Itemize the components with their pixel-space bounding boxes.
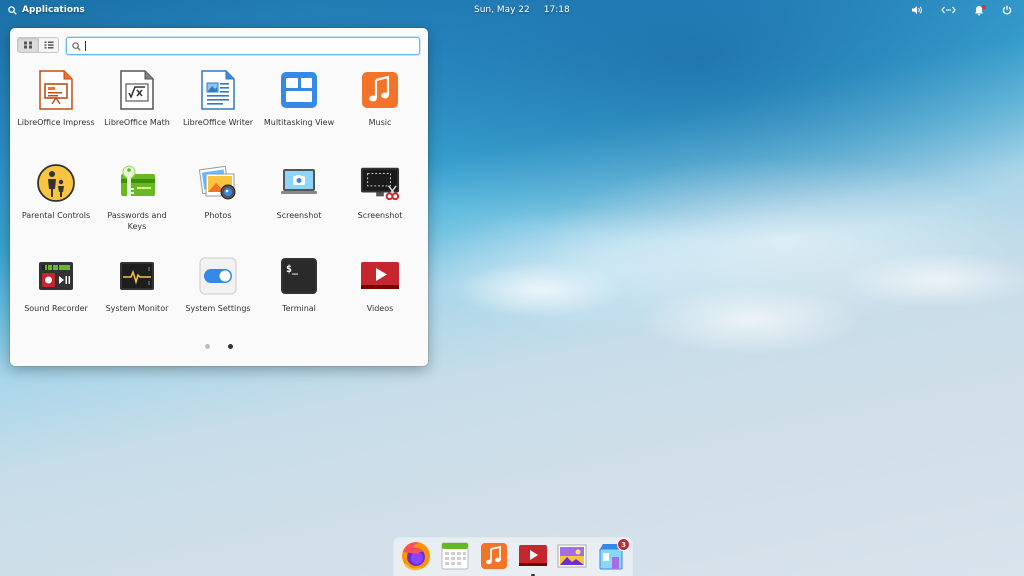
applications-menu-button[interactable]: Applications — [0, 5, 85, 15]
launcher-header — [17, 37, 59, 53]
app-label: LibreOffice Writer — [182, 118, 254, 127]
app-label: Photos — [204, 211, 232, 220]
app-libreoffice-impress[interactable]: LibreOffice Impress — [16, 68, 96, 161]
app-label: LibreOffice Math — [104, 118, 170, 127]
screenshot-scissors-icon — [360, 163, 400, 203]
app-label: Parental Controls — [21, 211, 91, 220]
photos-icon — [557, 544, 587, 568]
parental-controls-icon — [36, 163, 76, 203]
search-input[interactable] — [90, 39, 410, 53]
passwords-keys-icon — [117, 163, 157, 203]
panel-indicators — [911, 0, 1012, 20]
music-icon — [481, 543, 507, 569]
app-label: Music — [368, 118, 392, 127]
dock-item-photos[interactable] — [556, 540, 588, 572]
firefox-icon — [402, 542, 430, 571]
app-parental-controls[interactable]: Parental Controls — [16, 161, 96, 254]
app-label: Terminal — [282, 304, 316, 313]
system-monitor-icon — [117, 256, 157, 296]
app-multitasking-view[interactable]: Multitasking View — [259, 68, 339, 161]
videos-icon — [360, 256, 400, 296]
sound-indicator[interactable] — [911, 5, 923, 15]
grid-view-icon — [24, 41, 32, 49]
updates-badge: 3 — [617, 538, 630, 551]
terminal-icon: $_ — [279, 256, 319, 296]
power-icon — [1002, 5, 1012, 15]
app-music[interactable]: Music — [340, 68, 420, 161]
app-label: LibreOffice Impress — [17, 118, 95, 127]
dock: 3 — [394, 538, 632, 576]
photos-icon — [198, 163, 238, 203]
search-icon — [72, 41, 81, 51]
calendar-icon — [441, 542, 469, 570]
app-label: Screenshot — [357, 211, 403, 220]
applications-label: Applications — [22, 5, 85, 15]
panel-date: Sun, May 22 — [474, 5, 530, 15]
libreoffice-math-icon — [117, 70, 157, 110]
dock-item-firefox[interactable] — [400, 540, 432, 572]
category-view-icon — [44, 41, 53, 49]
app-grid: LibreOffice Impress LibreOffice Math Lib… — [16, 68, 422, 347]
app-screenshot[interactable]: Screenshot — [259, 161, 339, 254]
app-label: Videos — [366, 304, 394, 313]
app-screenshot-tool[interactable]: Screenshot — [340, 161, 420, 254]
network-wired-icon — [941, 6, 956, 14]
app-passwords-and-keys[interactable]: Passwords and Keys — [97, 161, 177, 254]
page-dot-1[interactable] — [205, 344, 210, 349]
app-photos[interactable]: Photos — [178, 161, 258, 254]
app-label: System Settings — [185, 304, 251, 313]
page-indicator — [10, 344, 428, 349]
app-label: Multitasking View — [263, 118, 335, 127]
screenshot-camera-icon — [279, 163, 319, 203]
music-icon — [360, 70, 400, 110]
dock-item-calendar[interactable] — [439, 540, 471, 572]
app-label: Screenshot — [276, 211, 322, 220]
dock-item-appcenter[interactable]: 3 — [595, 538, 630, 572]
videos-icon — [519, 545, 547, 566]
view-mode-switcher — [17, 37, 59, 53]
notifications-indicator[interactable] — [974, 4, 986, 16]
network-indicator[interactable] — [941, 5, 956, 15]
session-indicator[interactable] — [1002, 5, 1012, 15]
text-caret — [85, 41, 86, 51]
app-label: Sound Recorder — [24, 304, 88, 313]
system-settings-icon — [198, 256, 238, 296]
dock-item-music[interactable] — [478, 540, 510, 572]
search-field[interactable] — [66, 37, 420, 55]
speaker-icon — [912, 6, 922, 14]
app-libreoffice-math[interactable]: LibreOffice Math — [97, 68, 177, 161]
multitasking-view-icon — [279, 70, 319, 110]
svg-text:$_: $_ — [286, 264, 299, 275]
category-view-button[interactable] — [38, 38, 58, 52]
search-icon — [8, 5, 17, 15]
dock-items: 3 — [400, 538, 630, 576]
app-system-settings[interactable]: System Settings — [178, 254, 258, 347]
app-videos[interactable]: Videos — [340, 254, 420, 347]
app-sound-recorder[interactable]: Sound Recorder — [16, 254, 96, 347]
sound-recorder-icon — [36, 256, 76, 296]
top-panel: Applications Sun, May 22 17:18 — [0, 0, 1024, 20]
page-dot-2-active[interactable] — [228, 344, 233, 349]
app-label: Passwords and Keys — [107, 211, 167, 231]
notification-dot — [982, 4, 986, 9]
libreoffice-impress-icon — [36, 70, 76, 110]
wallpaper-foam — [420, 120, 1024, 380]
dock-item-videos[interactable] — [517, 540, 549, 576]
app-terminal[interactable]: $_ Terminal — [259, 254, 339, 347]
applications-launcher: LibreOffice Impress LibreOffice Math Lib… — [10, 28, 428, 366]
app-system-monitor[interactable]: System Monitor — [97, 254, 177, 347]
panel-time: 17:18 — [543, 5, 570, 15]
app-libreoffice-writer[interactable]: LibreOffice Writer — [178, 68, 258, 161]
libreoffice-writer-icon — [198, 70, 238, 110]
app-label: System Monitor — [105, 304, 169, 313]
grid-view-button[interactable] — [18, 38, 38, 52]
datetime-indicator[interactable]: Sun, May 22 17:18 — [474, 0, 570, 20]
